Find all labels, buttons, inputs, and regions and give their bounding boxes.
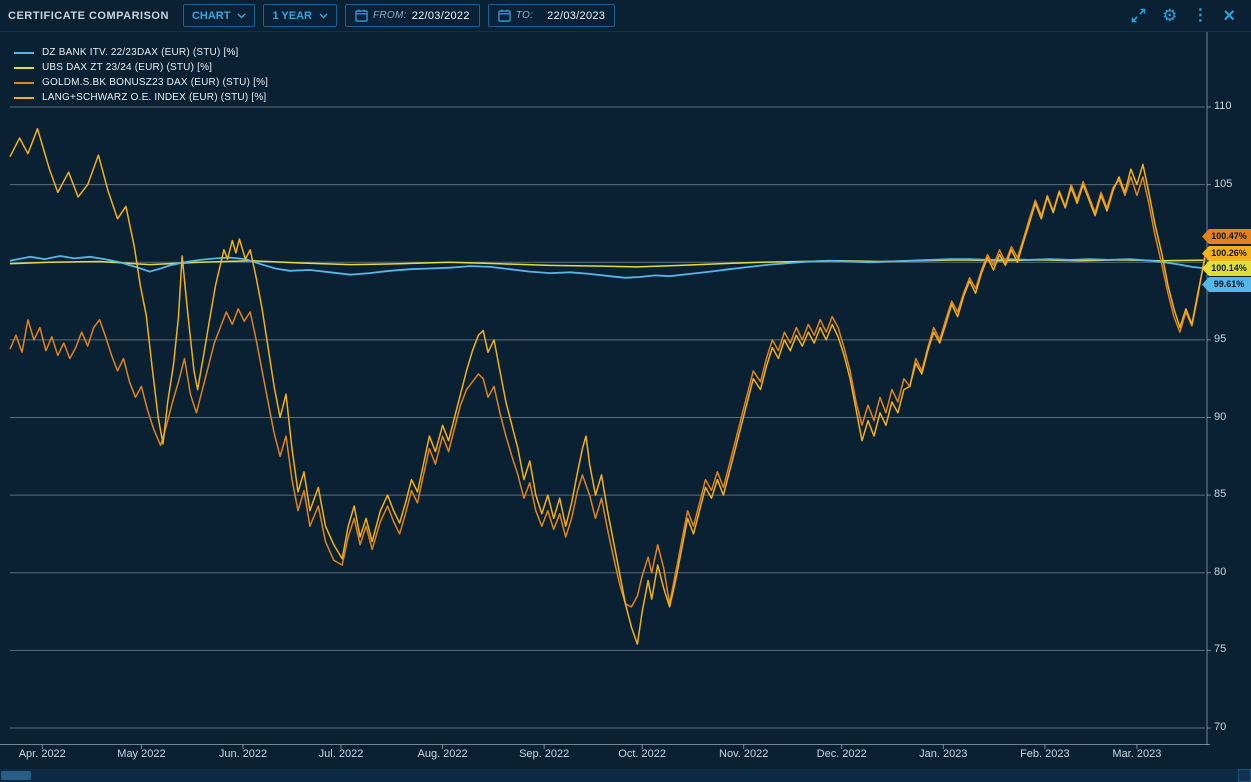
y-tick-label: 80 [1214,566,1226,578]
y-tick-label: 75 [1214,643,1226,655]
x-tick-label: Oct. 2022 [606,748,678,760]
time-range-dropdown-label: 1 YEAR [272,10,312,22]
time-range-dropdown[interactable]: 1 YEAR [263,4,337,27]
from-date-value: 22/03/2022 [412,10,470,22]
series-color-swatch [14,82,34,84]
x-tick-label: May 2022 [105,748,177,760]
x-tick-label: Jan. 2023 [907,748,979,760]
kebab-menu-icon[interactable]: ⋮ [1192,8,1208,24]
close-icon[interactable]: × [1223,6,1235,26]
chart-type-dropdown-label: CHART [192,10,231,22]
to-date-value: 22/03/2023 [547,10,605,22]
chevron-down-icon [237,13,246,19]
legend-item-dz-bank[interactable]: DZ BANK ITV. 22/23DAX (EUR) (STU) [%] [14,47,268,58]
last-price-tag-lang-schwarz: 100.26% [1202,246,1251,261]
x-tick-label: Feb. 2023 [1009,748,1081,760]
legend-item-goldman[interactable]: GOLDM.S.BK BONUSZ23 DAX (EUR) (STU) [%] [14,77,268,88]
last-price-tag-ubs: 100.14% [1202,261,1251,276]
plot-area[interactable] [0,32,1251,752]
to-label: TO: [516,10,533,21]
certificate-comparison-panel: CERTIFICATE COMPARISON CHART 1 YEAR FROM… [0,0,1251,782]
series-color-swatch [14,97,34,99]
toolbar-actions: ⚙ ⋮ × [1130,6,1243,26]
to-date-picker[interactable]: TO: 22/03/2023 [488,4,615,27]
horizontal-scrollbar[interactable] [0,769,1238,782]
x-tick-label: Dec. 2022 [806,748,878,760]
panel-title: CERTIFICATE COMPARISON [8,10,169,22]
legend-item-lang-schwarz[interactable]: LANG+SCHWARZ O.E. INDEX (EUR) (STU) [%] [14,92,268,103]
x-tick-label: Jun. 2022 [207,748,279,760]
expand-icon[interactable] [1130,7,1147,24]
scrollbar-corner [1238,769,1251,782]
x-tick-label: Mar. 2023 [1101,748,1173,760]
x-tick-label: Nov. 2022 [708,748,780,760]
x-tick-label: Aug. 2022 [407,748,479,760]
y-tick-label: 90 [1214,411,1226,423]
legend-item-ubs[interactable]: UBS DAX ZT 23/24 (EUR) (STU) [%] [14,62,268,73]
last-price-tag-dz-bank: 99.61% [1202,277,1251,292]
from-date-picker[interactable]: FROM: 22/03/2022 [345,4,480,27]
calendar-icon [498,9,511,22]
y-tick-label: 110 [1214,100,1232,112]
series-color-swatch [14,67,34,69]
calendar-icon [355,9,368,22]
y-tick-label: 85 [1214,488,1226,500]
chart-type-dropdown[interactable]: CHART [183,4,256,27]
last-price-tag-goldman: 100.47% [1202,229,1251,244]
y-tick-label: 95 [1214,333,1226,345]
series-line [10,177,1205,607]
toolbar: CERTIFICATE COMPARISON CHART 1 YEAR FROM… [0,0,1251,32]
x-tick-label: Jul. 2022 [305,748,377,760]
from-label: FROM: [373,10,407,21]
y-tick-label: 105 [1214,178,1232,190]
x-tick-label: Apr. 2022 [6,748,78,760]
gear-icon[interactable]: ⚙ [1162,7,1177,24]
x-tick-label: Sep. 2022 [508,748,580,760]
chevron-down-icon [319,13,328,19]
chart-legend: DZ BANK ITV. 22/23DAX (EUR) (STU) [%] UB… [14,47,268,107]
y-tick-label: 70 [1214,721,1226,733]
horizontal-scrollbar-thumb[interactable] [1,771,31,780]
series-color-swatch [14,52,34,54]
